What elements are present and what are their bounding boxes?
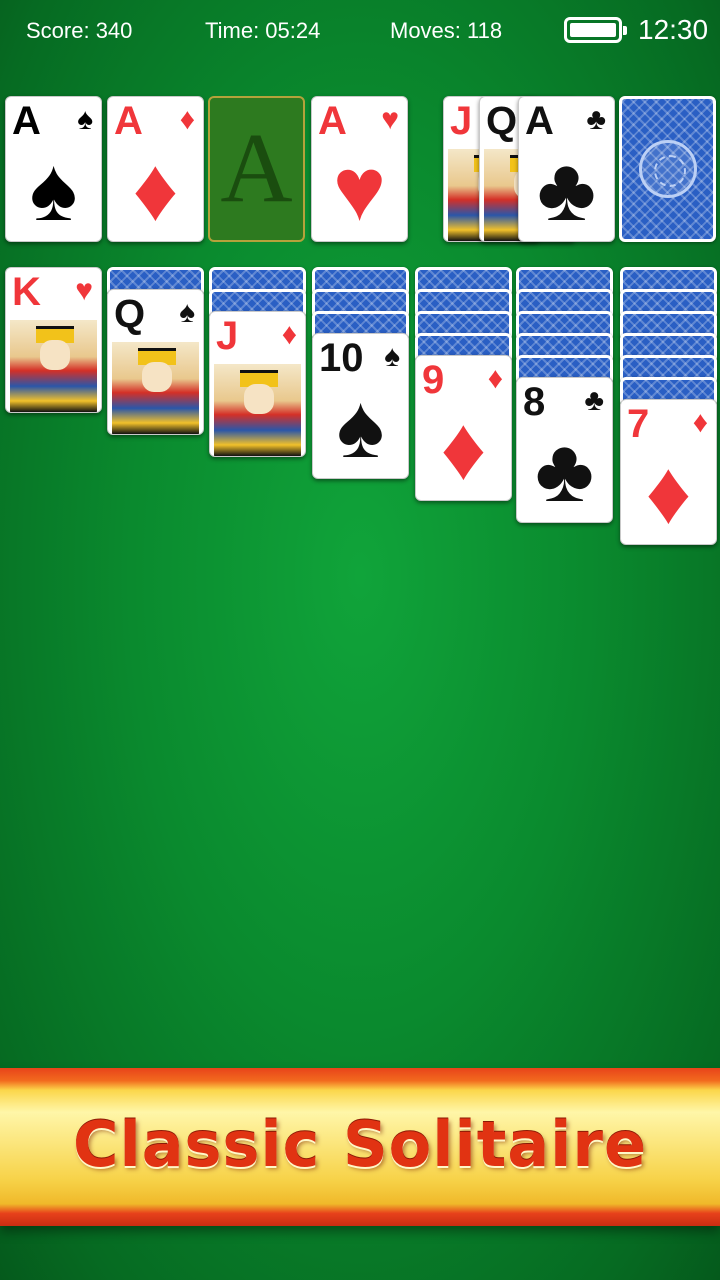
card-rank: A xyxy=(318,99,347,143)
club-icon: ♣ xyxy=(586,103,606,136)
court-portrait-icon xyxy=(10,320,97,412)
card-rank: J xyxy=(450,99,473,143)
spade-icon: ♠ xyxy=(179,296,195,329)
card-rank: J xyxy=(216,314,239,358)
diamond-icon: ♦ xyxy=(281,318,297,351)
card-rank: A xyxy=(12,99,41,143)
foundation-pile-2[interactable]: A ♦ ♦ xyxy=(107,96,204,242)
tableau-top-card-4[interactable]: 10 ♠ ♠ xyxy=(312,333,409,479)
timer-display: Time: 05:24 xyxy=(205,18,321,43)
club-icon: ♣ xyxy=(584,384,604,417)
card-rank: 10 xyxy=(319,336,364,380)
stock-pile[interactable] xyxy=(619,96,716,242)
heart-icon: ♥ xyxy=(381,103,399,136)
court-portrait-icon xyxy=(112,342,199,434)
heart-icon: ♥ xyxy=(75,274,93,307)
spade-icon: ♠ xyxy=(77,103,93,136)
card-rank: Q xyxy=(114,292,146,336)
score-display: Score: 340 xyxy=(26,18,133,43)
card-rank: 9 xyxy=(422,358,445,402)
diamond-icon: ♦ xyxy=(179,103,195,136)
card-rank: 7 xyxy=(627,402,650,446)
status-bar: Score: 340 Time: 05:24 Moves: 118 12:30 xyxy=(0,0,720,62)
foundation-pile-4[interactable]: A ♥ ♥ xyxy=(311,96,408,242)
tableau-top-card-1[interactable]: K ♥ xyxy=(5,267,102,413)
card-rank: A xyxy=(525,99,554,143)
waste-top-card[interactable]: A ♣ ♣ xyxy=(518,96,615,242)
tableau-top-card-5[interactable]: 9 ♦ ♦ xyxy=(415,355,512,501)
card-rank: 8 xyxy=(523,380,546,424)
title-banner: Classic Solitaire xyxy=(0,1068,720,1226)
tableau-top-card-3[interactable]: J ♦ xyxy=(209,311,306,457)
diamond-icon: ♦ xyxy=(645,443,692,543)
tableau-top-card-2[interactable]: Q ♠ xyxy=(107,289,204,435)
card-back-medallion-icon xyxy=(638,140,697,198)
club-icon: ♣ xyxy=(534,421,595,521)
card-rank: K xyxy=(12,270,41,314)
diamond-icon: ♦ xyxy=(487,362,503,395)
tableau-top-card-6[interactable]: 8 ♣ ♣ xyxy=(516,377,613,523)
spade-icon: ♠ xyxy=(384,340,400,373)
diamond-icon: ♦ xyxy=(692,406,708,439)
card-rank: A xyxy=(114,99,143,143)
battery-icon xyxy=(564,17,627,43)
card-rank: Q xyxy=(486,99,518,143)
moves-display: Moves: 118 xyxy=(390,18,503,43)
spade-icon: ♠ xyxy=(336,377,385,477)
heart-icon: ♥ xyxy=(332,140,387,240)
court-portrait-icon xyxy=(214,364,301,456)
diamond-icon: ♦ xyxy=(440,399,487,499)
tableau-top-card-7[interactable]: 7 ♦ ♦ xyxy=(620,399,717,545)
banner-title: Classic Solitaire xyxy=(72,1108,648,1181)
club-icon: ♣ xyxy=(536,140,597,240)
diamond-icon: ♦ xyxy=(132,140,179,240)
foundation-empty-slot[interactable]: A xyxy=(208,96,305,242)
foundation-pile-1[interactable]: A ♠ ♠ xyxy=(5,96,102,242)
clock-display: 12:30 xyxy=(638,14,709,45)
spade-icon: ♠ xyxy=(29,140,78,240)
